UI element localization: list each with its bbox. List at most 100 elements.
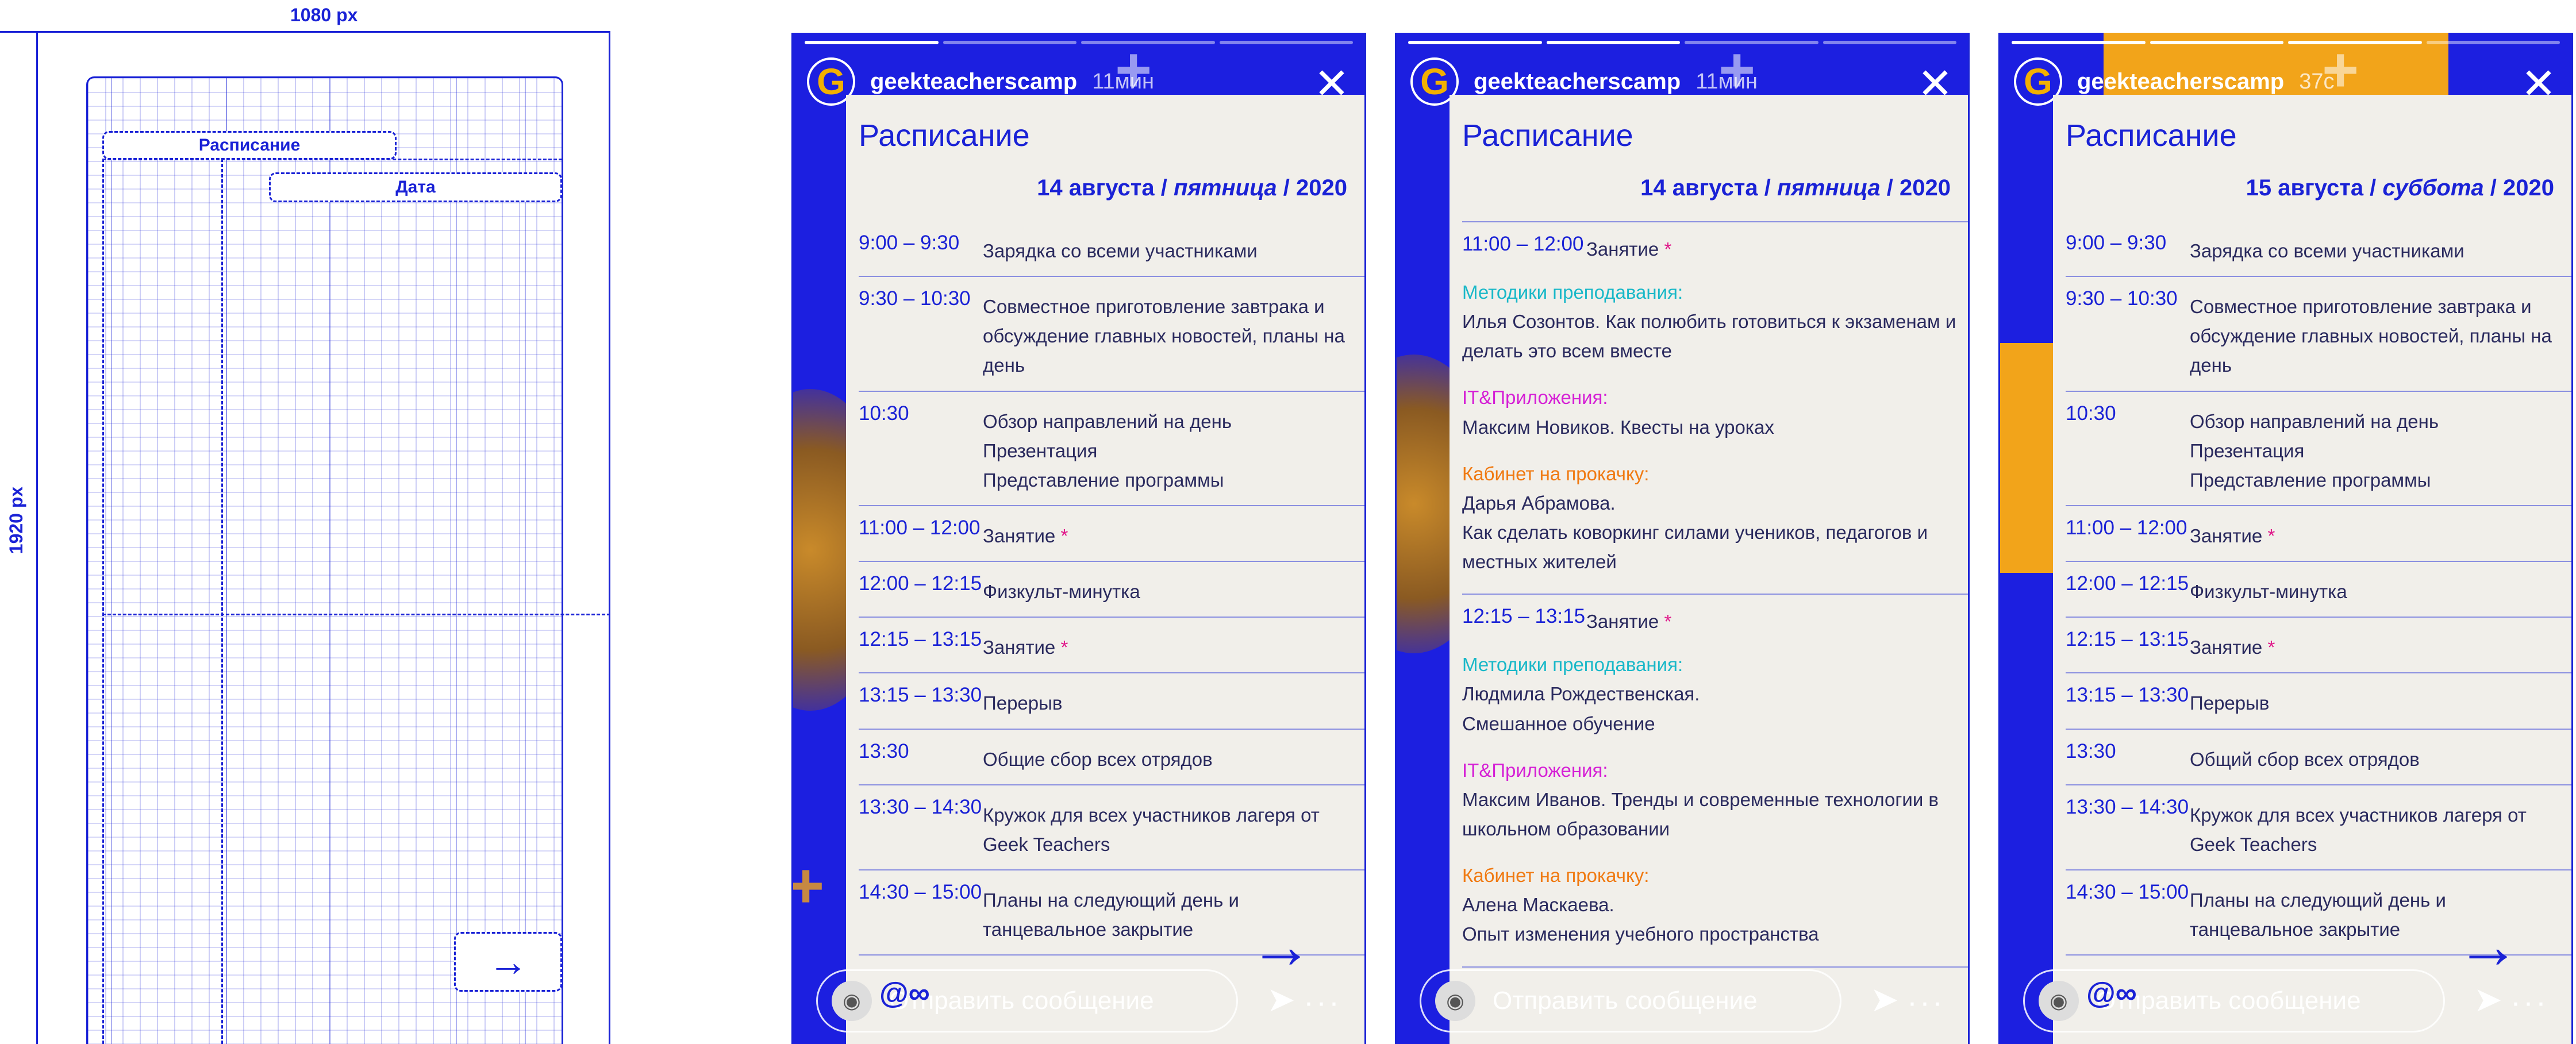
schedule-placeholder-label: Расписание bbox=[198, 136, 301, 155]
block-header: 12:15 – 13:15 Занятие * bbox=[1462, 605, 1968, 633]
block-text: Занятие bbox=[1586, 238, 1659, 260]
schedule-row: 13:30 Общий сбор всех отрядов bbox=[2066, 730, 2571, 785]
session-item: Кабинет на прокачку: Алена Маскаева. Опыт… bbox=[1462, 861, 1968, 949]
schedule-date: 14 августа / пятница / 2020 bbox=[1037, 175, 1347, 201]
session-speaker: Дарья Абрамова. Как сделать коворкинг си… bbox=[1462, 492, 1928, 573]
schedule-row: 12:15 – 13:15 Занятие * bbox=[859, 618, 1364, 674]
schedule-row: 9:00 – 9:30 Зарядка со всеми участниками bbox=[2066, 221, 2571, 278]
guide-line bbox=[221, 159, 223, 1044]
row-time: 11:00 – 12:00 bbox=[2066, 516, 2187, 539]
row-description: Обзор направлений на день Презентация Пр… bbox=[983, 402, 1364, 495]
camera-icon[interactable]: ◉ bbox=[832, 981, 872, 1021]
more-icon[interactable]: ··· bbox=[1907, 984, 1945, 1020]
schedule-row: 11:00 – 12:00 Занятие * bbox=[2066, 506, 2571, 563]
row-text: Общий сбор всех отрядов bbox=[2190, 748, 2420, 770]
story-progress bbox=[2012, 41, 2560, 44]
session-category: Методики преподавания: bbox=[1462, 282, 1683, 303]
row-description: Перерыв bbox=[983, 684, 1364, 718]
story-progress bbox=[805, 41, 1353, 44]
schedule-list: 9:00 – 9:30 Зарядка со всеми участниками 9… bbox=[859, 221, 1364, 956]
row-text: Физкульт-минутка bbox=[2190, 581, 2347, 603]
story-2[interactable]: + G geekteacherscamp 11мин ✕ Расписание … bbox=[1395, 33, 1970, 1044]
schedule-row: 9:30 – 10:30 Совместное приготовление зав… bbox=[859, 277, 1364, 392]
camera-icon[interactable]: ◉ bbox=[2039, 981, 2079, 1021]
row-time: 12:00 – 12:15 bbox=[859, 572, 982, 595]
row-description: Перерыв bbox=[2190, 684, 2571, 718]
session-item: Кабинет на прокачку: Дарья Абрамова. Как … bbox=[1462, 459, 1968, 577]
block-description: Занятие * bbox=[1586, 233, 1671, 260]
message-input[interactable]: ◉ Отправить сообщение bbox=[1420, 969, 1841, 1033]
arrow-right-icon[interactable]: → bbox=[2456, 915, 2520, 978]
row-time: 9:00 – 9:30 bbox=[2066, 232, 2167, 254]
more-icon[interactable]: ··· bbox=[1304, 984, 1341, 1020]
layout-grid bbox=[86, 76, 563, 1044]
width-dimension: 1080 px bbox=[0, 0, 610, 33]
row-description: Совместное приготовление завтрака и обсу… bbox=[2190, 287, 2571, 380]
row-text: Зарядка со всеми участниками bbox=[983, 240, 1258, 261]
username[interactable]: geekteacherscamp bbox=[2077, 69, 2284, 95]
schedule-card: Расписание 14 августа / пятница / 2020 9… bbox=[846, 95, 1364, 1044]
send-icon[interactable]: ➤ bbox=[2474, 980, 2502, 1020]
row-text: Совместное приготовление завтрака и обсу… bbox=[2190, 296, 2552, 376]
schedule-row: 13:15 – 13:30 Перерыв bbox=[2066, 673, 2571, 730]
send-icon[interactable]: ➤ bbox=[1267, 980, 1295, 1020]
session-speaker: Илья Созонтов. Как полюбить готовиться к… bbox=[1462, 311, 1956, 362]
username[interactable]: geekteacherscamp bbox=[870, 69, 1077, 95]
arrow-right-icon[interactable]: → bbox=[1249, 915, 1313, 978]
story-3[interactable]: + G geekteacherscamp 37с ✕ Расписание 15… bbox=[1998, 33, 2573, 1044]
row-time: 12:15 – 13:15 bbox=[859, 628, 982, 651]
send-icon[interactable]: ➤ bbox=[1870, 980, 1899, 1020]
row-time: 13:15 – 13:30 bbox=[859, 684, 982, 707]
row-text: Планы на следующий день и танцевальное з… bbox=[983, 889, 1239, 941]
row-text: Совместное приготовление завтрака и обсу… bbox=[983, 296, 1345, 376]
block-time: 11:00 – 12:00 bbox=[1462, 233, 1584, 255]
post-time: 11мин bbox=[1092, 69, 1155, 94]
session-category: Кабинет на прокачку: bbox=[1462, 865, 1650, 887]
row-time: 9:30 – 10:30 bbox=[2066, 287, 2178, 310]
asterisk-mark: * bbox=[1664, 611, 1672, 633]
schedule-title: Расписание bbox=[1462, 118, 1633, 153]
row-text: Планы на следующий день и танцевальное з… bbox=[2190, 889, 2446, 941]
mention-icon: @∞ bbox=[2086, 977, 2137, 1010]
row-time: 11:00 – 12:00 bbox=[859, 516, 981, 539]
row-description: Совместное приготовление завтрака и обсу… bbox=[983, 287, 1364, 380]
row-description: Общие сбор всех отрядов bbox=[983, 740, 1364, 774]
row-text: Зарядка со всеми участниками bbox=[2190, 240, 2464, 261]
row-description: Кружок для всех участников лагеря от Gee… bbox=[2190, 796, 2571, 859]
row-description: Занятие * bbox=[2190, 517, 2571, 550]
schedule-row: 13:15 – 13:30 Перерыв bbox=[859, 673, 1364, 730]
row-time: 12:15 – 13:15 bbox=[2066, 628, 2189, 651]
row-text: Занятие bbox=[983, 525, 1056, 546]
username[interactable]: geekteacherscamp bbox=[1474, 69, 1681, 95]
row-time: 13:30 bbox=[2066, 739, 2116, 762]
row-time: 13:15 – 13:30 bbox=[2066, 684, 2189, 707]
row-description: Зарядка со всеми участниками bbox=[2190, 232, 2571, 265]
row-description: Кружок для всех участников лагеря от Gee… bbox=[983, 796, 1364, 859]
post-time: 37с bbox=[2299, 69, 2335, 94]
camera-icon[interactable]: ◉ bbox=[1435, 981, 1475, 1021]
schedule-placeholder: Расписание bbox=[102, 131, 397, 160]
asterisk-mark: * bbox=[1664, 238, 1672, 260]
width-label: 1080 px bbox=[290, 5, 358, 25]
story-1[interactable]: + + G geekteacherscamp 11мин ✕ Расписани… bbox=[791, 33, 1366, 1044]
session-speaker: Максим Иванов. Тренды и современные техн… bbox=[1462, 788, 1939, 839]
row-description: Обзор направлений на день Презентация Пр… bbox=[2190, 402, 2571, 495]
asterisk-mark: * bbox=[2267, 637, 2275, 658]
schedule-row: 12:00 – 12:15 Физкульт-минутка bbox=[2066, 562, 2571, 618]
row-text: Перерыв bbox=[2190, 692, 2270, 714]
row-description: Занятие * bbox=[2190, 628, 2571, 662]
schedule-row: 11:00 – 12:00 Занятие * bbox=[859, 506, 1364, 563]
session-speaker: Максим Новиков. Квесты на уроках bbox=[1462, 416, 1774, 438]
row-text: Перерыв bbox=[983, 692, 1063, 714]
schedule-block: 12:15 – 13:15 Занятие * Методики преподава… bbox=[1462, 595, 1968, 968]
row-time: 12:00 – 12:15 bbox=[2066, 572, 2189, 595]
schedule-row: 12:15 – 13:15 Занятие * bbox=[2066, 618, 2571, 674]
block-header: 11:00 – 12:00 Занятие * bbox=[1462, 233, 1968, 260]
mention-icon: @∞ bbox=[879, 977, 930, 1010]
more-icon[interactable]: ··· bbox=[2510, 984, 2548, 1020]
session-item: Методики преподавания: Илья Созонтов. Как… bbox=[1462, 278, 1968, 365]
row-time: 13:30 – 14:30 bbox=[859, 795, 982, 818]
block-text: Занятие bbox=[1586, 611, 1659, 633]
guide-line bbox=[102, 159, 104, 1044]
schedule-row: 9:00 – 9:30 Зарядка со всеми участниками bbox=[859, 221, 1364, 278]
